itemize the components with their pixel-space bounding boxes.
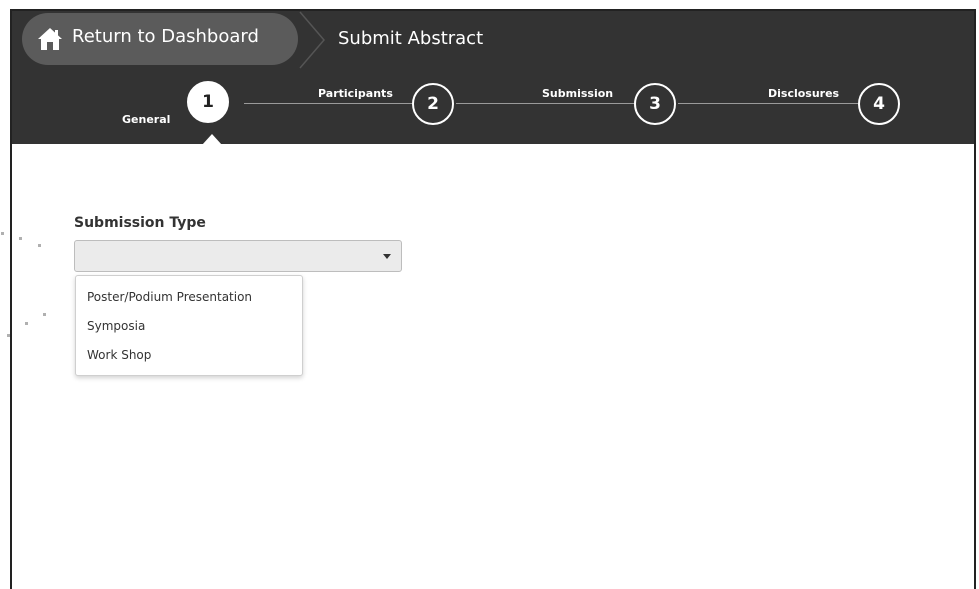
step-submission[interactable]: 3 <box>634 83 676 125</box>
step-connector <box>244 103 414 104</box>
step-label-general: General <box>122 113 171 126</box>
step-general[interactable]: 1 <box>187 81 229 123</box>
step-participants[interactable]: 2 <box>412 83 454 125</box>
return-to-dashboard-button[interactable]: Return to Dashboard <box>22 13 298 65</box>
app-frame: Return to Dashboard Submit Abstract Gene… <box>10 9 976 589</box>
option-symposia[interactable]: Symposia <box>87 319 145 333</box>
submission-type-label: Submission Type <box>74 215 206 231</box>
option-work-shop[interactable]: Work Shop <box>87 348 151 362</box>
step-connector <box>678 103 858 104</box>
step-label-disclosures: Disclosures <box>768 87 840 100</box>
breadcrumb-separator-icon <box>299 11 325 69</box>
step-label-participants: Participants <box>318 87 393 100</box>
submission-type-dropdown: Poster/Podium Presentation Symposia Work… <box>75 275 303 376</box>
step-disclosures[interactable]: 4 <box>858 83 900 125</box>
wizard-header: Return to Dashboard Submit Abstract Gene… <box>12 11 974 145</box>
submission-type-select[interactable] <box>74 240 402 272</box>
active-step-caret <box>202 134 222 145</box>
caret-down-icon <box>383 254 391 259</box>
decorative-dots <box>1 232 46 337</box>
option-poster-podium-presentation[interactable]: Poster/Podium Presentation <box>87 290 252 304</box>
step-connector <box>456 103 636 104</box>
step-label-submission: Submission <box>542 87 614 100</box>
page-title: Submit Abstract <box>338 28 484 49</box>
return-to-dashboard-label: Return to Dashboard <box>72 26 259 47</box>
